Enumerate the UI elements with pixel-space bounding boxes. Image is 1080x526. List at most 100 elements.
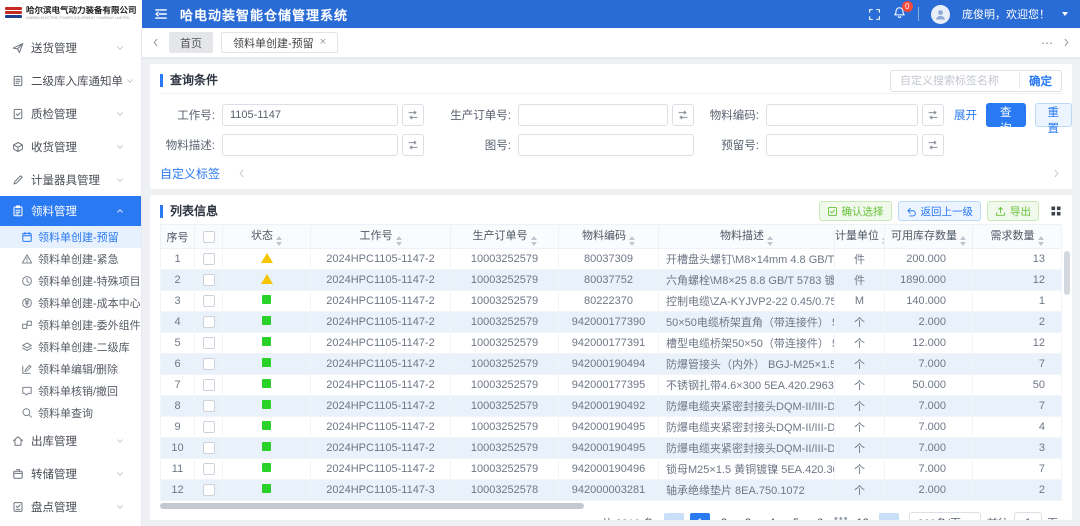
table-row[interactable]: 32024HPC1105-1147-21000325257980222370控制… [161,291,1062,312]
query-field-input[interactable] [222,134,398,156]
table-row[interactable]: 12024HPC1105-1147-21000325257980037309开槽… [161,249,1062,270]
table-row[interactable]: 42024HPC1105-1147-2100032525799420001773… [161,312,1062,333]
sort-icon[interactable] [531,236,537,246]
page-number-button[interactable]: 1 [690,513,710,520]
batch-input-icon[interactable] [672,104,694,126]
query-field-input[interactable] [518,104,668,126]
table-row[interactable]: 92024HPC1105-1147-2100032525799420001904… [161,417,1062,438]
row-checkbox[interactable] [203,463,215,475]
sidebar-item[interactable]: 二级库入库通知单 [0,64,141,97]
sort-icon[interactable] [276,236,282,246]
user-menu-caret-icon[interactable] [1062,12,1068,16]
goto-page-input[interactable] [1014,512,1042,520]
row-checkbox[interactable] [203,379,215,391]
cell-checkbox[interactable] [195,249,223,270]
collapse-sidebar-icon[interactable] [154,7,168,21]
cell-checkbox[interactable] [195,333,223,354]
sidebar-subitem[interactable]: 领料单创建-预留 [0,226,141,248]
sort-icon[interactable] [1038,236,1044,246]
tags-scroll-left-icon[interactable] [236,168,247,179]
row-checkbox[interactable] [203,253,215,265]
query-field-input[interactable] [766,134,918,156]
page-number-button[interactable]: 4 [762,513,782,520]
vertical-scrollbar[interactable] [1062,251,1070,471]
horizontal-scrollbar[interactable] [160,502,1062,510]
cell-checkbox[interactable] [195,270,223,291]
sidebar-item[interactable]: 送货管理 [0,31,141,64]
custom-tag-name-input[interactable] [900,75,1010,87]
page-number-button[interactable]: 3 [738,513,758,520]
query-field-input[interactable] [766,104,918,126]
table-row[interactable]: 72024HPC1105-1147-2100032525799420001773… [161,375,1062,396]
cell-checkbox[interactable] [195,312,223,333]
batch-input-icon[interactable] [402,104,424,126]
confirm-tag-button[interactable]: 确定 [1019,73,1052,89]
tabs-more-icon[interactable]: ⋯ [1041,36,1053,50]
sidebar-item[interactable]: 领料管理 [0,196,141,226]
column-header[interactable]: 生产订单号 [451,225,559,249]
tab-close-icon[interactable]: × [320,37,326,48]
row-checkbox[interactable] [203,400,215,412]
table-row[interactable]: 82024HPC1105-1147-2100032525799420001904… [161,396,1062,417]
cell-checkbox[interactable] [195,480,223,501]
page-number-button[interactable]: 6 [810,513,830,520]
page-size-select[interactable]: 200条/页 [909,512,981,520]
tabs-scroll-right-icon[interactable] [1061,37,1072,48]
row-checkbox[interactable] [203,442,215,454]
export-button[interactable]: 导出 [987,201,1039,221]
row-checkbox[interactable] [203,274,215,286]
cell-checkbox[interactable] [195,291,223,312]
reset-button[interactable]: 重置 [1035,103,1073,127]
table-row[interactable]: 112024HPC1105-1147-210003252579942000190… [161,459,1062,480]
query-field-input[interactable] [222,104,398,126]
sidebar-subitem[interactable]: 领料单创建-成本中心 [0,292,141,314]
select-all-checkbox[interactable] [203,231,215,243]
page-number-button[interactable]: 12 [853,513,873,520]
column-header[interactable]: 可用库存数量 [885,225,973,249]
tab-home[interactable]: 首页 [169,32,213,53]
sidebar-subitem[interactable]: 领料单核销/撤回 [0,380,141,402]
batch-input-icon[interactable] [402,134,424,156]
sidebar-subitem[interactable]: 领料单创建-二级库 [0,336,141,358]
row-checkbox[interactable] [203,358,215,370]
vertical-scrollbar-thumb[interactable] [1064,251,1070,295]
batch-input-icon[interactable] [922,104,944,126]
sort-icon[interactable] [960,236,966,246]
table-row[interactable]: 52024HPC1105-1147-2100032525799420001773… [161,333,1062,354]
table-row[interactable]: 102024HPC1105-1147-210003252579942000190… [161,438,1062,459]
sidebar-item[interactable]: 转储管理 [0,457,141,490]
sidebar-item[interactable]: 质检管理 [0,97,141,130]
sidebar-subitem[interactable]: 领料单查询 [0,402,141,424]
table-row[interactable]: 122024HPC1105-1147-310003252578942000003… [161,480,1062,501]
sidebar-item[interactable]: 盘点管理 [0,490,141,523]
row-checkbox[interactable] [203,295,215,307]
pages-ellipsis[interactable]: ••• [834,513,849,520]
column-header[interactable]: 状态 [223,225,311,249]
sort-icon[interactable] [629,236,635,246]
sort-icon[interactable] [767,236,773,246]
sidebar-subitem[interactable]: 领料单创建-特殊项目 [0,270,141,292]
expand-button[interactable]: 展开 [954,107,977,123]
table-row[interactable]: 62024HPC1105-1147-2100032525799420001904… [161,354,1062,375]
sidebar-item[interactable]: 收货管理 [0,130,141,163]
sidebar-item[interactable]: 出库管理 [0,424,141,457]
search-button[interactable]: 查询 [986,103,1026,127]
cell-checkbox[interactable] [195,354,223,375]
sidebar-item[interactable]: 计量器具管理 [0,163,141,196]
select-all-header[interactable] [195,225,223,249]
sidebar-subitem[interactable]: 领料单创建-紧急 [0,248,141,270]
cell-checkbox[interactable] [195,396,223,417]
user-avatar[interactable] [931,5,950,24]
sidebar-subitem[interactable]: 领料单创建-委外组件 [0,314,141,336]
fullscreen-icon[interactable] [868,8,881,21]
sort-icon[interactable] [396,236,402,246]
batch-input-icon[interactable] [922,134,944,156]
confirm-select-button[interactable]: 确认选择 [819,201,892,221]
go-back-button[interactable]: 返回上一级 [898,201,982,221]
row-checkbox[interactable] [203,484,215,496]
column-header[interactable]: 工作号 [311,225,451,249]
notifications-button[interactable]: 0 [893,6,906,22]
next-page-button[interactable] [879,513,899,520]
table-row[interactable]: 22024HPC1105-1147-21000325257980037752六角… [161,270,1062,291]
page-number-button[interactable]: 2 [714,513,734,520]
